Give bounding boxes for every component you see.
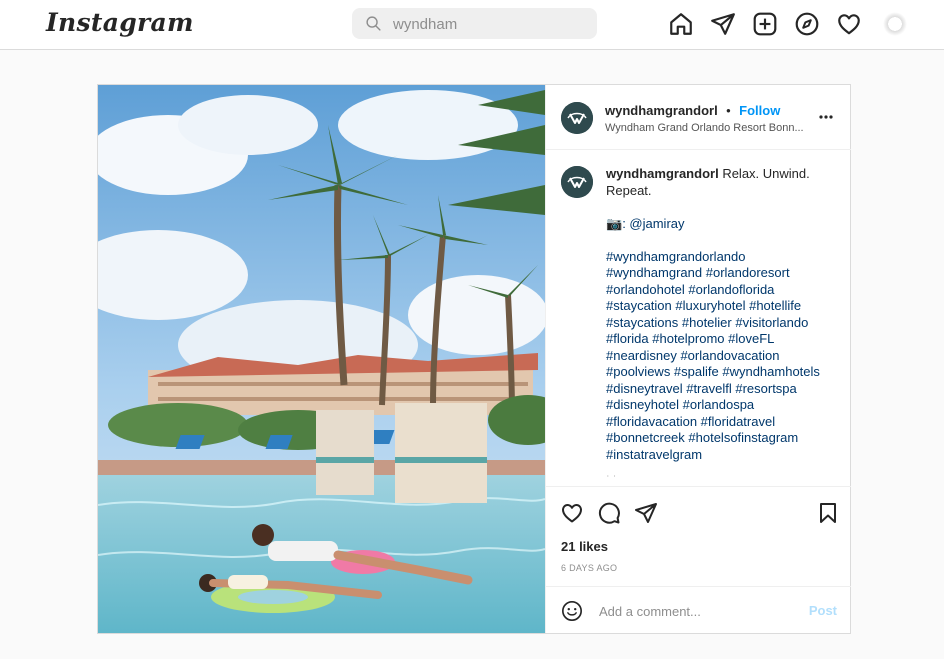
follow-button[interactable]: Follow (739, 103, 780, 118)
explore-icon[interactable] (794, 11, 820, 37)
hashtag-line[interactable]: #floridavacation #floridatravel (606, 414, 821, 431)
hashtag-line[interactable]: #instatravelgram (606, 447, 821, 464)
search-input[interactable] (391, 12, 590, 36)
caption-area: wyndhamgrandorl Relax. Unwind. Repeat. 📷… (546, 150, 851, 485)
action-bar: 21 likes 6 DAYS AGO (546, 486, 851, 586)
profile-avatar[interactable] (883, 12, 907, 36)
post-timestamp[interactable]: 6 DAYS AGO (561, 563, 617, 573)
wyndham-logo-icon (561, 102, 593, 134)
share-icon[interactable] (634, 501, 658, 525)
caption-line2: Repeat. (606, 182, 652, 198)
wyndham-logo-icon (561, 166, 593, 198)
hashtag-line[interactable]: #disneyhotel #orlandospa (606, 397, 821, 414)
author-avatar[interactable] (561, 102, 593, 134)
post-location[interactable]: Wyndham Grand Orlando Resort Bonn... (605, 122, 804, 134)
home-icon[interactable] (668, 11, 694, 37)
hashtag-line[interactable]: #florida #hotelpromo #loveFL (606, 331, 821, 348)
hashtag-line[interactable]: #wyndhamgrand #orlandoresort (606, 265, 821, 282)
author-username[interactable]: wyndhamgrandorl (605, 103, 718, 118)
hashtag-line[interactable]: #poolviews #spalife #wyndhamhotels (606, 364, 821, 381)
hashtag-line[interactable]: #staycations #hotelier #visitorlando (606, 315, 821, 332)
caption-line1: Relax. Unwind. (722, 166, 810, 181)
photo-credit: : @jamiray (622, 215, 685, 231)
likes-count[interactable]: 21 likes (561, 539, 608, 554)
top-nav-bar: Instagram (0, 0, 944, 50)
hashtag-line[interactable]: #bonnetcreek #hotelsofinstagram (606, 430, 821, 447)
search-icon (366, 16, 381, 31)
post-card: wyndhamgrandorl • Follow Wyndham Grand O… (97, 84, 851, 634)
hashtag-line[interactable]: #staycation #luxuryhotel #hotellife (606, 298, 821, 315)
hashtag-list: #wyndhamgrandorlando #wyndhamgrand #orlan… (606, 249, 821, 464)
hashtag-line[interactable]: #disneytravel #travelfl #resortspa (606, 381, 821, 398)
post-header: wyndhamgrandorl • Follow Wyndham Grand O… (546, 85, 851, 150)
caption-username[interactable]: wyndhamgrandorl (606, 166, 719, 181)
caption-author-avatar[interactable] (561, 166, 593, 198)
comment-input[interactable] (597, 600, 801, 622)
hashtag-line[interactable]: #wyndhamgrandorlando (606, 249, 821, 266)
post-comment-button[interactable]: Post (809, 603, 837, 618)
caption-text: wyndhamgrandorl Relax. Unwind. Repeat. 📷… (606, 166, 821, 463)
emoji-smiley-icon[interactable] (561, 600, 583, 622)
post-sidebar: wyndhamgrandorl • Follow Wyndham Grand O… (545, 85, 851, 633)
direct-message-icon[interactable] (710, 11, 736, 37)
header-title-row: wyndhamgrandorl • Follow (605, 102, 780, 120)
hashtag-line[interactable]: #orlandohotel #orlandoflorida (606, 282, 821, 299)
post-photo[interactable] (98, 85, 545, 633)
like-heart-icon[interactable] (560, 501, 584, 525)
caption-overflow: ʿ ʾ (606, 474, 617, 485)
separator-dot: • (726, 103, 731, 118)
hashtag-line[interactable]: #neardisney #orlandovacation (606, 348, 821, 365)
comment-bar: Post (546, 586, 851, 633)
activity-heart-icon[interactable] (836, 11, 862, 37)
search-box[interactable] (352, 8, 597, 39)
new-post-icon[interactable] (752, 11, 778, 37)
bookmark-icon[interactable] (816, 501, 840, 525)
pool-photo-illustration (98, 85, 545, 633)
instagram-logo[interactable]: Instagram (46, 8, 194, 37)
comment-bubble-icon[interactable] (597, 501, 621, 525)
camera-emoji-icon: 📷 (606, 215, 623, 231)
more-options-icon[interactable] (818, 109, 834, 125)
